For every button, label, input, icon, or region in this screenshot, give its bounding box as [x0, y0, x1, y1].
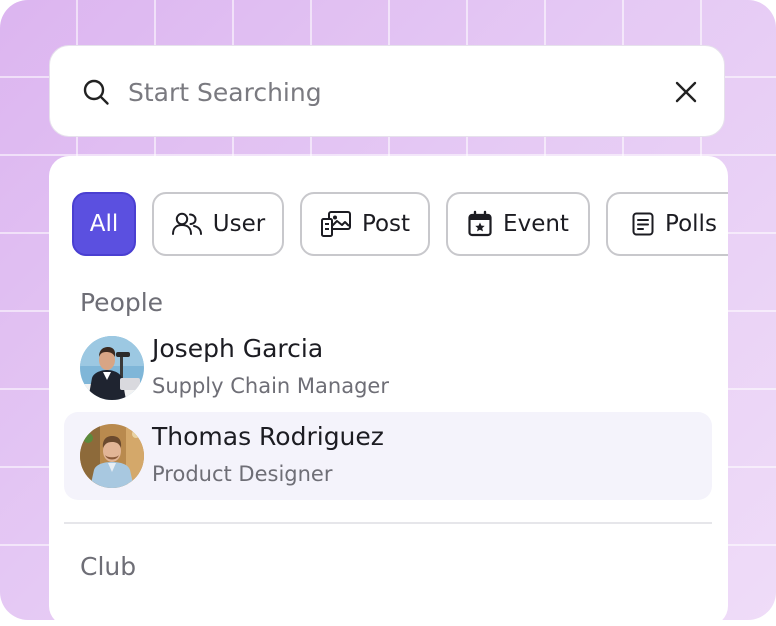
avatar — [80, 336, 144, 400]
filter-chip-polls[interactable]: Polls — [606, 192, 728, 256]
filter-chip-label: Post — [361, 211, 411, 237]
section-label-club: Club — [80, 552, 137, 581]
filter-chip-label: User — [212, 211, 266, 237]
filter-chip-all[interactable]: All — [72, 192, 136, 256]
users-icon — [171, 212, 202, 235]
filter-chip-user[interactable]: User — [152, 192, 284, 256]
filter-chip-label: All — [89, 211, 119, 237]
person-name: Joseph Garcia — [152, 334, 324, 363]
filter-chips: All User Post Event Polls — [72, 192, 728, 256]
filter-chip-label: Event — [503, 211, 569, 237]
person-name: Thomas Rodriguez — [152, 422, 384, 451]
results-panel: All User Post Event Polls People Joseph … — [49, 156, 728, 626]
close-icon[interactable] — [672, 78, 700, 106]
list-item-person[interactable]: Joseph Garcia Supply Chain Manager — [64, 324, 712, 412]
images-icon — [320, 211, 351, 237]
filter-chip-label: Polls — [665, 211, 717, 237]
search-input[interactable] — [128, 72, 648, 112]
search-bar — [49, 45, 725, 137]
filter-chip-post[interactable]: Post — [300, 192, 430, 256]
calendar-star-icon — [468, 210, 492, 237]
section-label-people: People — [80, 288, 164, 317]
document-list-icon — [632, 212, 654, 236]
list-item-person[interactable]: Thomas Rodriguez Product Designer — [64, 412, 712, 500]
person-role: Supply Chain Manager — [152, 374, 389, 398]
avatar — [80, 424, 144, 488]
search-icon — [83, 79, 109, 105]
filter-chip-event[interactable]: Event — [446, 192, 590, 256]
section-divider — [64, 522, 712, 524]
person-role: Product Designer — [152, 462, 333, 486]
